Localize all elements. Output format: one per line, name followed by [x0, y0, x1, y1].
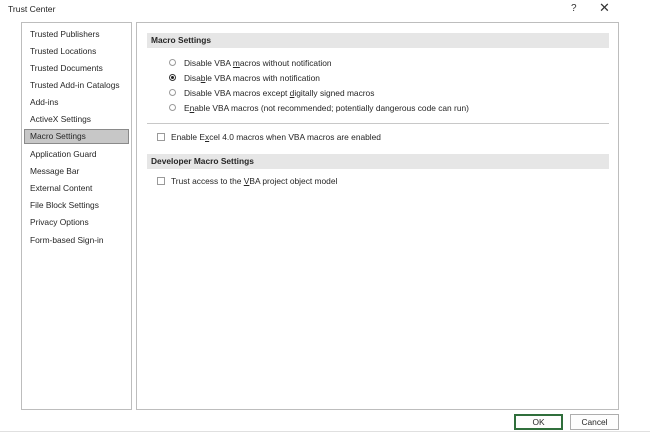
- sidebar: Trusted Publishers Trusted Locations Tru…: [21, 22, 132, 410]
- radio-button-icon[interactable]: [169, 89, 176, 96]
- sidebar-item-trusted-add-in-catalogs[interactable]: Trusted Add-in Catalogs: [24, 78, 129, 93]
- content-panel: Macro Settings Disable VBA macros withou…: [136, 22, 619, 410]
- radio-label: Disable VBA macros with notification: [184, 73, 320, 83]
- radio-label: Enable VBA macros (not recommended; pote…: [184, 103, 469, 113]
- radio-label: Disable VBA macros except digitally sign…: [184, 88, 375, 98]
- sidebar-item-message-bar[interactable]: Message Bar: [24, 164, 129, 179]
- checkbox-label: Enable Excel 4.0 macros when VBA macros …: [171, 132, 381, 142]
- sidebar-item-activex-settings[interactable]: ActiveX Settings: [24, 112, 129, 127]
- sidebar-item-add-ins[interactable]: Add-ins: [24, 95, 129, 110]
- help-button[interactable]: ?: [571, 3, 577, 14]
- checkbox-label: Trust access to the VBA project object m…: [171, 176, 338, 186]
- sidebar-item-macro-settings[interactable]: Macro Settings: [24, 129, 129, 144]
- radio-button-selected-icon[interactable]: [169, 74, 176, 81]
- radio-button-icon[interactable]: [169, 59, 176, 66]
- sidebar-item-application-guard[interactable]: Application Guard: [24, 147, 129, 162]
- window-title: Trust Center: [8, 4, 56, 14]
- sidebar-item-external-content[interactable]: External Content: [24, 181, 129, 196]
- checkbox-icon[interactable]: [157, 133, 165, 141]
- checkbox-icon[interactable]: [157, 177, 165, 185]
- ok-button[interactable]: OK: [514, 414, 563, 430]
- cancel-button[interactable]: Cancel: [570, 414, 619, 430]
- sidebar-item-form-based-sign-in[interactable]: Form-based Sign-in: [24, 233, 129, 248]
- sidebar-item-trusted-locations[interactable]: Trusted Locations: [24, 44, 129, 59]
- sidebar-item-file-block-settings[interactable]: File Block Settings: [24, 198, 129, 213]
- close-icon[interactable]: ✕: [599, 1, 610, 15]
- divider: [147, 123, 609, 124]
- bottom-border: [0, 431, 650, 432]
- developer-macro-settings-header: Developer Macro Settings: [147, 154, 609, 169]
- radio-label: Disable VBA macros without notification: [184, 58, 332, 68]
- sidebar-item-trusted-documents[interactable]: Trusted Documents: [24, 61, 129, 76]
- sidebar-item-trusted-publishers[interactable]: Trusted Publishers: [24, 27, 129, 42]
- radio-button-icon[interactable]: [169, 104, 176, 111]
- macro-settings-header: Macro Settings: [147, 33, 609, 48]
- sidebar-item-privacy-options[interactable]: Privacy Options: [24, 215, 129, 230]
